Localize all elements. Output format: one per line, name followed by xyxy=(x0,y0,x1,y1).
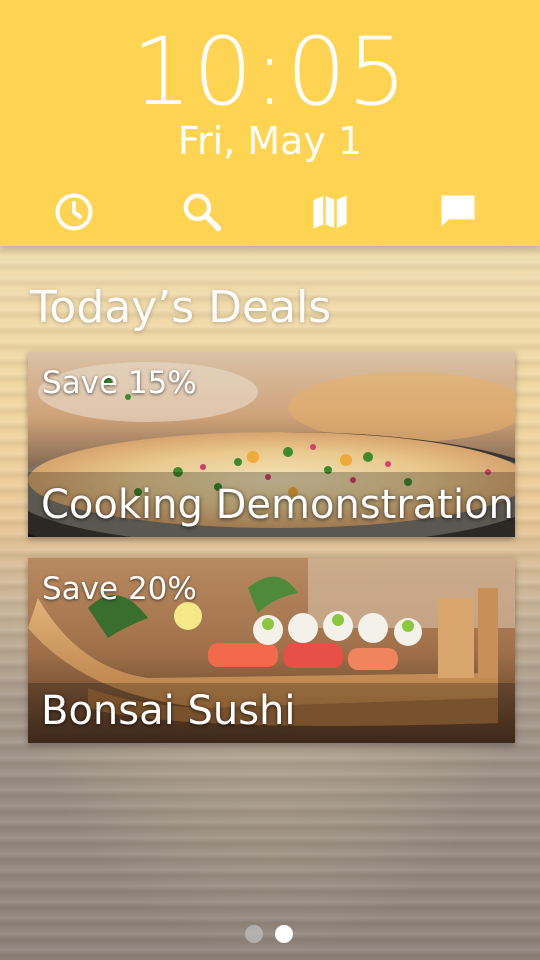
chat-icon[interactable] xyxy=(434,188,482,236)
deals-title: Today’s Deals xyxy=(30,282,332,333)
deal-name: Cooking Demonstration xyxy=(41,482,514,528)
page-indicator-dot-1[interactable] xyxy=(245,925,263,943)
search-icon[interactable] xyxy=(178,188,226,236)
deal-card-bonsai-sushi[interactable]: Save 20% Bonsai Sushi xyxy=(28,558,515,743)
clock-icon[interactable] xyxy=(50,188,98,236)
map-icon[interactable] xyxy=(306,188,354,236)
clock-time: 10:05 xyxy=(132,18,408,127)
deal-discount: Save 15% xyxy=(42,365,197,401)
deal-discount: Save 20% xyxy=(42,571,197,607)
deal-card-cooking-demonstration[interactable]: Save 15% Cooking Demonstration xyxy=(28,352,515,537)
deal-name: Bonsai Sushi xyxy=(41,688,296,734)
clock-date: Fri, May 1 xyxy=(177,119,363,163)
page-indicator-dot-2-active[interactable] xyxy=(275,925,293,943)
lockscreen-header: 10:05 Fri, May 1 xyxy=(0,0,540,246)
